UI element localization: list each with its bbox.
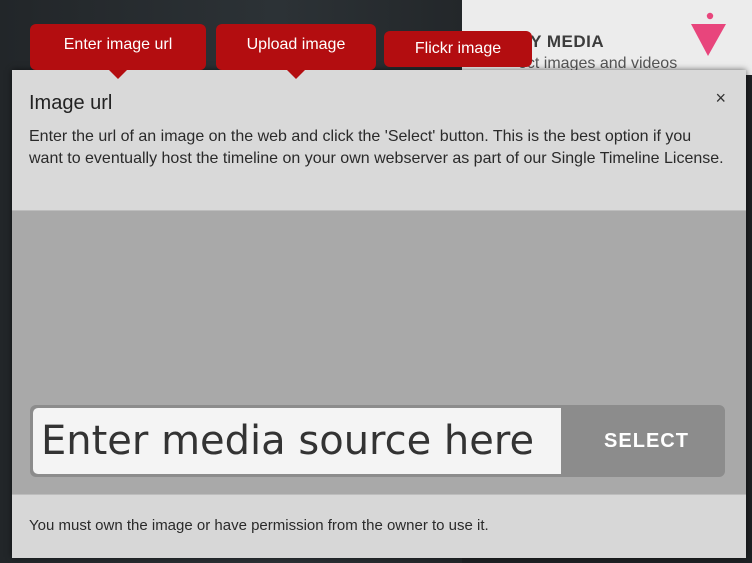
dialog-header: Image url × Enter the url of an image on…	[12, 70, 746, 211]
close-icon[interactable]: ×	[715, 88, 726, 109]
permission-note: You must own the image or have permissio…	[29, 517, 489, 534]
select-button[interactable]: SELECT	[568, 405, 725, 477]
tab-pointer	[109, 70, 127, 79]
tab-label: Enter image url	[63, 36, 173, 53]
url-input-row: SELECT	[30, 405, 725, 477]
dialog-description: Enter the url of an image on the web and…	[29, 128, 724, 167]
tab-enter-image-url[interactable]: Enter image url	[30, 24, 206, 79]
pointer-arrow-icon	[691, 12, 726, 56]
tab-flickr-image[interactable]: Flickr image	[384, 31, 532, 67]
tab-label: Flickr image	[414, 40, 502, 57]
tab-pointer	[287, 70, 305, 79]
dialog-title: Image url	[29, 92, 113, 114]
tab-upload-image[interactable]: Upload image	[216, 24, 376, 79]
media-source-input[interactable]	[33, 408, 561, 474]
image-url-dialog: Image url × Enter the url of an image on…	[12, 70, 746, 558]
tab-label: Upload image	[246, 36, 346, 53]
dialog-footer: You must own the image or have permissio…	[12, 494, 746, 558]
